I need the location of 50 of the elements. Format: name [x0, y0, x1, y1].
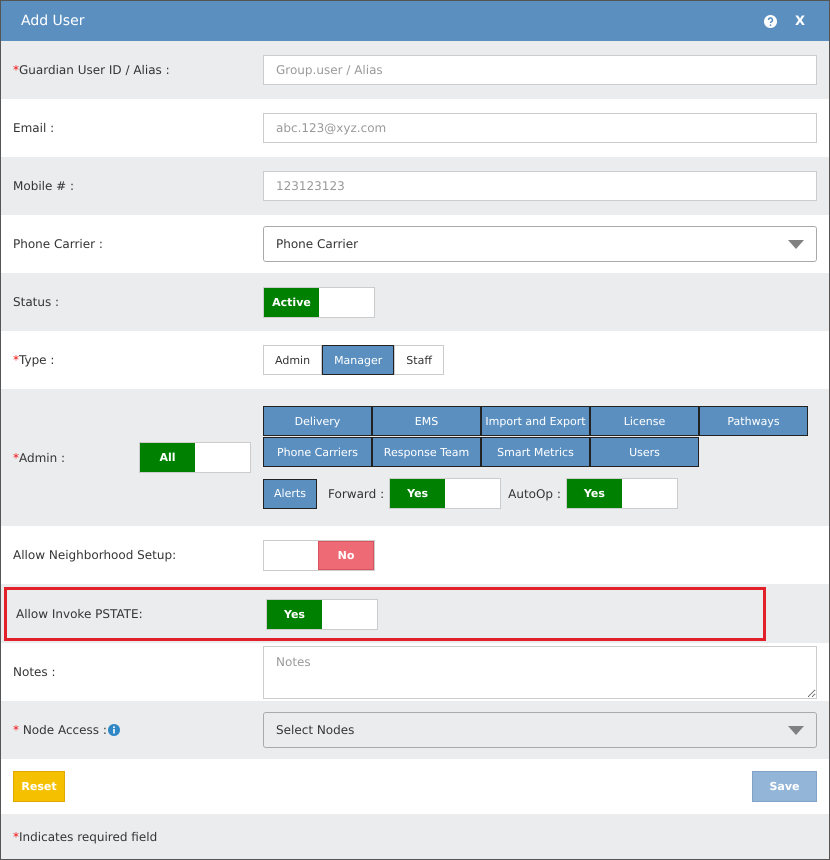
type-option[interactable]: Manager	[322, 345, 394, 375]
toggle-switch[interactable]: All	[139, 442, 251, 473]
type-option[interactable]: Admin	[263, 345, 322, 375]
alerts-button[interactable]: Alerts	[263, 478, 317, 508]
toggle-switch[interactable]: Yes	[266, 598, 378, 630]
field-label: Mobile # :	[13, 179, 74, 193]
info-icon[interactable]	[108, 724, 120, 736]
toggle-switch[interactable]: Active	[263, 286, 375, 318]
input-field[interactable]: 123123123	[263, 171, 817, 201]
module-button[interactable]: Pathways	[699, 406, 808, 436]
field-label: Notes :	[13, 665, 56, 679]
notes-field[interactable]: Notes	[263, 646, 817, 698]
footnote: Indicates required field	[19, 830, 158, 844]
toggle-switch[interactable]: No	[263, 540, 375, 570]
required-mark: *	[13, 353, 19, 367]
required-mark: *	[13, 830, 19, 844]
input-field[interactable]: abc.123@xyz.com	[263, 113, 817, 143]
caret-icon	[788, 726, 804, 734]
field-label: Node Access :	[22, 723, 107, 737]
type-option[interactable]: Staff	[394, 345, 444, 375]
module-button[interactable]: EMS	[372, 406, 481, 436]
module-button[interactable]: Delivery	[263, 406, 372, 436]
required-mark: *	[13, 63, 19, 77]
toggle-label: Forward :	[328, 486, 384, 500]
field-label: Allow Neighborhood Setup:	[13, 548, 176, 562]
window-title: Add User	[21, 13, 84, 29]
module-button[interactable]: Import and Export	[481, 406, 590, 436]
module-button[interactable]: License	[590, 406, 699, 436]
module-button[interactable]: Smart Metrics	[481, 437, 590, 467]
field-label: Phone Carrier :	[13, 237, 103, 251]
field-label: Type :	[19, 353, 54, 367]
module-button[interactable]: Users	[590, 437, 699, 467]
dropdown[interactable]: Select Nodes	[263, 712, 817, 748]
toggle-switch[interactable]: Yes	[566, 478, 678, 509]
help-icon[interactable]	[764, 14, 777, 28]
module-button[interactable]: Response Team	[372, 437, 481, 467]
caret-icon	[788, 240, 804, 248]
required-mark: *	[13, 723, 19, 737]
required-mark: *	[13, 450, 19, 464]
field-label: Admin :	[19, 450, 66, 464]
field-label: Status :	[13, 295, 60, 309]
toggle-label: AutoOp :	[508, 486, 561, 500]
dropdown[interactable]: Phone Carrier	[263, 226, 817, 262]
field-label: Guardian User ID / Alias :	[19, 63, 170, 77]
toggle-switch[interactable]: Yes	[389, 478, 502, 509]
module-button[interactable]: Phone Carriers	[263, 437, 372, 467]
input-field[interactable]: Group.user / Alias	[263, 55, 817, 85]
field-label: Email :	[13, 121, 54, 135]
field-label: Allow Invoke PSTATE:	[16, 607, 143, 621]
close-button[interactable]: X	[790, 14, 809, 28]
